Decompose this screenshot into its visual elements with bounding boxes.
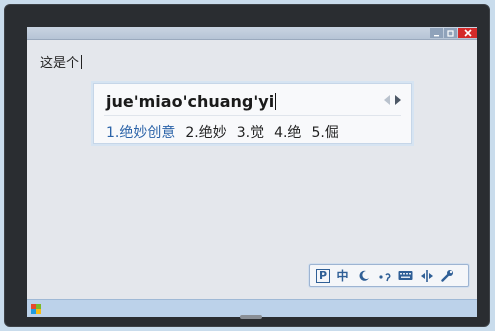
split-icon[interactable] [418, 267, 435, 284]
logo-letter: P [318, 269, 328, 282]
mode-label: 中 [336, 269, 349, 283]
close-icon [463, 29, 472, 37]
keyboard-icon[interactable] [397, 267, 414, 284]
minimize-button[interactable] [430, 28, 443, 38]
title-bar[interactable] [27, 27, 477, 40]
moon-icon[interactable] [355, 267, 372, 284]
candidate-4[interactable]: 4.绝 [274, 122, 301, 142]
moon-shape [359, 270, 369, 281]
chevron-left-icon[interactable] [384, 95, 391, 105]
candidate-5[interactable]: 5.倔 [311, 122, 338, 142]
split-shape [420, 269, 433, 282]
bezel-handle [240, 315, 262, 319]
candidate-3[interactable]: 3.觉 [237, 122, 264, 142]
ime-candidate-window[interactable]: jue'miao'chuang'yi 1.绝妙创意 2.绝妙 3.觉 4.绝 5… [93, 83, 412, 144]
maximize-button[interactable] [444, 28, 457, 38]
wrench-shape [441, 270, 453, 282]
ime-composition: jue'miao'chuang'yi [106, 92, 277, 111]
close-button[interactable] [458, 28, 477, 38]
device-bezel: 这是个 jue'miao'chuang'yi 1.绝妙创意 2.绝妙 3.觉 4… [4, 4, 490, 327]
punctuation-shape [378, 272, 390, 281]
candidate-2[interactable]: 2.绝妙 [185, 122, 226, 142]
text-editor-area[interactable]: 这是个 [40, 52, 83, 71]
chevron-right-icon[interactable] [394, 95, 401, 105]
minimize-icon [434, 34, 439, 36]
text-caret [81, 55, 83, 69]
composition-caret [275, 93, 277, 110]
candidate-1[interactable]: 1.绝妙创意 [106, 122, 175, 142]
punctuation-icon[interactable] [376, 267, 393, 284]
ime-status-toolbar[interactable]: P 中 [309, 264, 469, 287]
ime-candidate-list: 1.绝妙创意 2.绝妙 3.觉 4.绝 5.倔 [106, 122, 339, 142]
keyboard-shape [398, 271, 413, 280]
screen: 这是个 jue'miao'chuang'yi 1.绝妙创意 2.绝妙 3.觉 4… [27, 27, 477, 317]
ime-divider [104, 115, 401, 116]
maximize-icon [447, 29, 454, 37]
ime-page-arrows [384, 95, 401, 105]
windows-logo-icon[interactable] [31, 304, 41, 314]
wrench-icon[interactable] [439, 267, 456, 284]
composition-text: jue'miao'chuang'yi [106, 92, 275, 111]
chinese-mode-icon[interactable]: 中 [334, 267, 351, 284]
logo-icon[interactable]: P [316, 268, 330, 283]
editor-text: 这是个 [40, 56, 80, 71]
